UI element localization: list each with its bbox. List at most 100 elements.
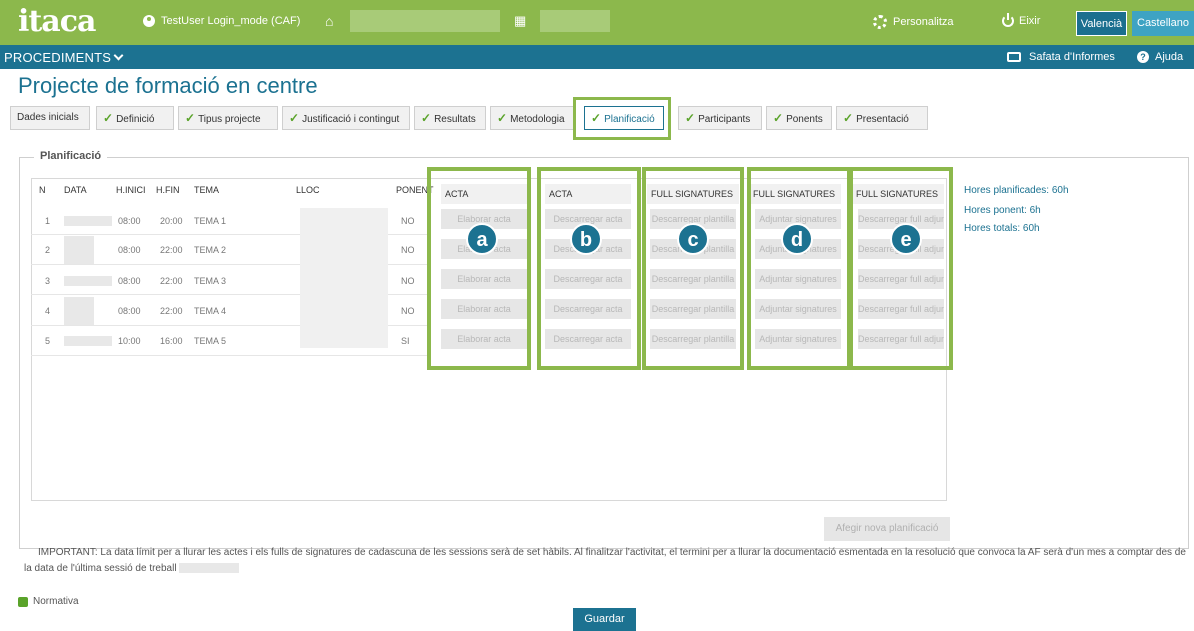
ajuda-link[interactable]: ? Ajuda bbox=[1137, 51, 1183, 63]
highlight-column-a bbox=[427, 167, 531, 370]
col-header-hfin: H.FIN bbox=[156, 185, 180, 195]
hores-totals: Hores totals: 60h bbox=[964, 223, 1040, 234]
cell-data-redacted bbox=[64, 336, 112, 346]
printer-icon bbox=[1007, 52, 1021, 62]
itaca-logo[interactable]: itaca bbox=[18, 4, 96, 39]
check-icon: ✓ bbox=[289, 111, 300, 125]
tab-resultats[interactable]: ✓ Resultats bbox=[414, 106, 486, 130]
redacted-center bbox=[350, 10, 500, 32]
gear-icon bbox=[873, 15, 887, 29]
check-icon: ✓ bbox=[685, 111, 696, 125]
col-header-data: DATA bbox=[64, 185, 87, 195]
personalitza-label: Personalitza bbox=[893, 16, 954, 28]
badge-c: c bbox=[677, 223, 709, 255]
tab-label: Resultats bbox=[434, 114, 476, 125]
tab-justificacio[interactable]: ✓ Justificació i contingut bbox=[282, 106, 410, 130]
cell-hinici: 10:00 bbox=[118, 336, 141, 346]
cell-hfin: 22:00 bbox=[160, 276, 183, 286]
personalitza-link[interactable]: Personalitza bbox=[873, 15, 954, 29]
date-redacted bbox=[179, 563, 240, 574]
cell-tema: TEMA 2 bbox=[194, 245, 227, 255]
col-header-lloc: LLOC bbox=[296, 185, 320, 195]
calendar-icon: ▦ bbox=[514, 13, 527, 28]
hores-planificades: Hores planificades: 60h bbox=[964, 185, 1069, 196]
tab-ponents[interactable]: ✓ Ponents bbox=[766, 106, 832, 130]
tab-label: Tipus projecte bbox=[198, 114, 261, 125]
cell-n: 2 bbox=[45, 245, 51, 255]
cell-hfin: 22:00 bbox=[160, 245, 183, 255]
afegir-planificacio-button[interactable]: Afegir nova planificació bbox=[824, 517, 950, 541]
guardar-button[interactable]: Guardar bbox=[573, 608, 636, 631]
tab-metodologia[interactable]: ✓ Metodologia bbox=[490, 106, 576, 130]
safata-informes-link[interactable]: Safata d'Informes bbox=[1007, 51, 1115, 63]
cell-hinici: 08:00 bbox=[118, 276, 141, 286]
normativa-label: Normativa bbox=[33, 596, 79, 607]
active-tab-highlight bbox=[573, 97, 671, 140]
procediments-menu[interactable]: PROCEDIMENTS bbox=[4, 50, 124, 65]
col-header-n: N bbox=[39, 185, 46, 195]
cell-ponent: NO bbox=[401, 306, 415, 316]
cell-data-redacted bbox=[64, 216, 112, 226]
hores-ponent: Hores ponent: 6h bbox=[964, 205, 1041, 216]
cell-n: 3 bbox=[45, 276, 51, 286]
tab-label: Metodologia bbox=[510, 114, 565, 125]
tab-label: Definició bbox=[116, 114, 155, 125]
check-icon: ✓ bbox=[497, 111, 508, 125]
check-icon: ✓ bbox=[843, 111, 854, 125]
check-icon: ✓ bbox=[773, 111, 784, 125]
cell-n: 1 bbox=[45, 216, 51, 226]
ajuda-label: Ajuda bbox=[1155, 51, 1184, 63]
cell-tema: TEMA 4 bbox=[194, 306, 227, 316]
building-icon: ⌂ bbox=[325, 13, 334, 29]
lang-valencia-button[interactable]: Valencià bbox=[1076, 11, 1127, 36]
highlight-column-d bbox=[747, 167, 851, 370]
tab-dades-inicials[interactable]: Dades inicials bbox=[10, 106, 90, 130]
tab-tipus-projecte[interactable]: ✓ Tipus projecte bbox=[178, 106, 278, 130]
badge-b: b bbox=[570, 223, 602, 255]
cell-hinici: 08:00 bbox=[118, 245, 141, 255]
check-icon: ✓ bbox=[421, 111, 432, 125]
page-title: Projecte de formació en centre bbox=[18, 73, 318, 98]
lang-castellano-button[interactable]: Castellano bbox=[1132, 11, 1194, 36]
cell-hinici: 08:00 bbox=[118, 306, 141, 316]
badge-d: d bbox=[781, 223, 813, 255]
cell-hfin: 16:00 bbox=[160, 336, 183, 346]
tab-label: Dades inicials bbox=[17, 112, 79, 123]
check-icon: ✓ bbox=[103, 111, 114, 125]
badge-e: e bbox=[890, 223, 922, 255]
exit-link[interactable]: Eixir bbox=[1002, 13, 1040, 27]
tab-presentacio[interactable]: ✓ Presentació bbox=[836, 106, 928, 130]
top-bar: itaca TestUser Login_mode (CAF) ⌂ ▦ Pers… bbox=[0, 0, 1194, 45]
chevron-down-icon bbox=[113, 50, 124, 61]
cell-ponent: SI bbox=[401, 336, 410, 346]
normativa-link[interactable]: Normativa bbox=[18, 596, 79, 607]
highlight-column-b bbox=[537, 167, 641, 370]
col-header-tema: TEMA bbox=[194, 185, 220, 195]
user-info: TestUser Login_mode (CAF) bbox=[143, 15, 300, 27]
cell-hfin: 22:00 bbox=[160, 306, 183, 316]
highlight-column-c bbox=[642, 167, 744, 370]
power-icon bbox=[1002, 13, 1014, 27]
cell-tema: TEMA 1 bbox=[194, 216, 227, 226]
cell-data-redacted bbox=[64, 276, 112, 286]
tab-label: Participants bbox=[698, 114, 751, 125]
tab-definicio[interactable]: ✓ Definició bbox=[96, 106, 174, 130]
cell-data-redacted bbox=[64, 236, 94, 264]
cell-hfin: 20:00 bbox=[160, 216, 183, 226]
cell-ponent: NO bbox=[401, 245, 415, 255]
safata-label: Safata d'Informes bbox=[1029, 51, 1115, 63]
tab-label: Presentació bbox=[856, 114, 909, 125]
important-note: IMPORTANT: La data límit per a llurar le… bbox=[24, 545, 1190, 577]
redacted-date bbox=[540, 10, 610, 32]
cell-hinici: 08:00 bbox=[118, 216, 141, 226]
menu-bar: PROCEDIMENTS Safata d'Informes ? Ajuda bbox=[0, 45, 1194, 69]
cell-tema: TEMA 3 bbox=[194, 276, 227, 286]
col-header-hinici: H.INICI bbox=[116, 185, 146, 195]
cell-n: 5 bbox=[45, 336, 51, 346]
lloc-redacted bbox=[300, 208, 388, 348]
check-icon: ✓ bbox=[185, 111, 196, 125]
tab-participants[interactable]: ✓ Participants bbox=[678, 106, 762, 130]
panel-legend: Planificació bbox=[34, 150, 108, 162]
cell-tema: TEMA 5 bbox=[194, 336, 227, 346]
help-icon: ? bbox=[1137, 51, 1149, 63]
